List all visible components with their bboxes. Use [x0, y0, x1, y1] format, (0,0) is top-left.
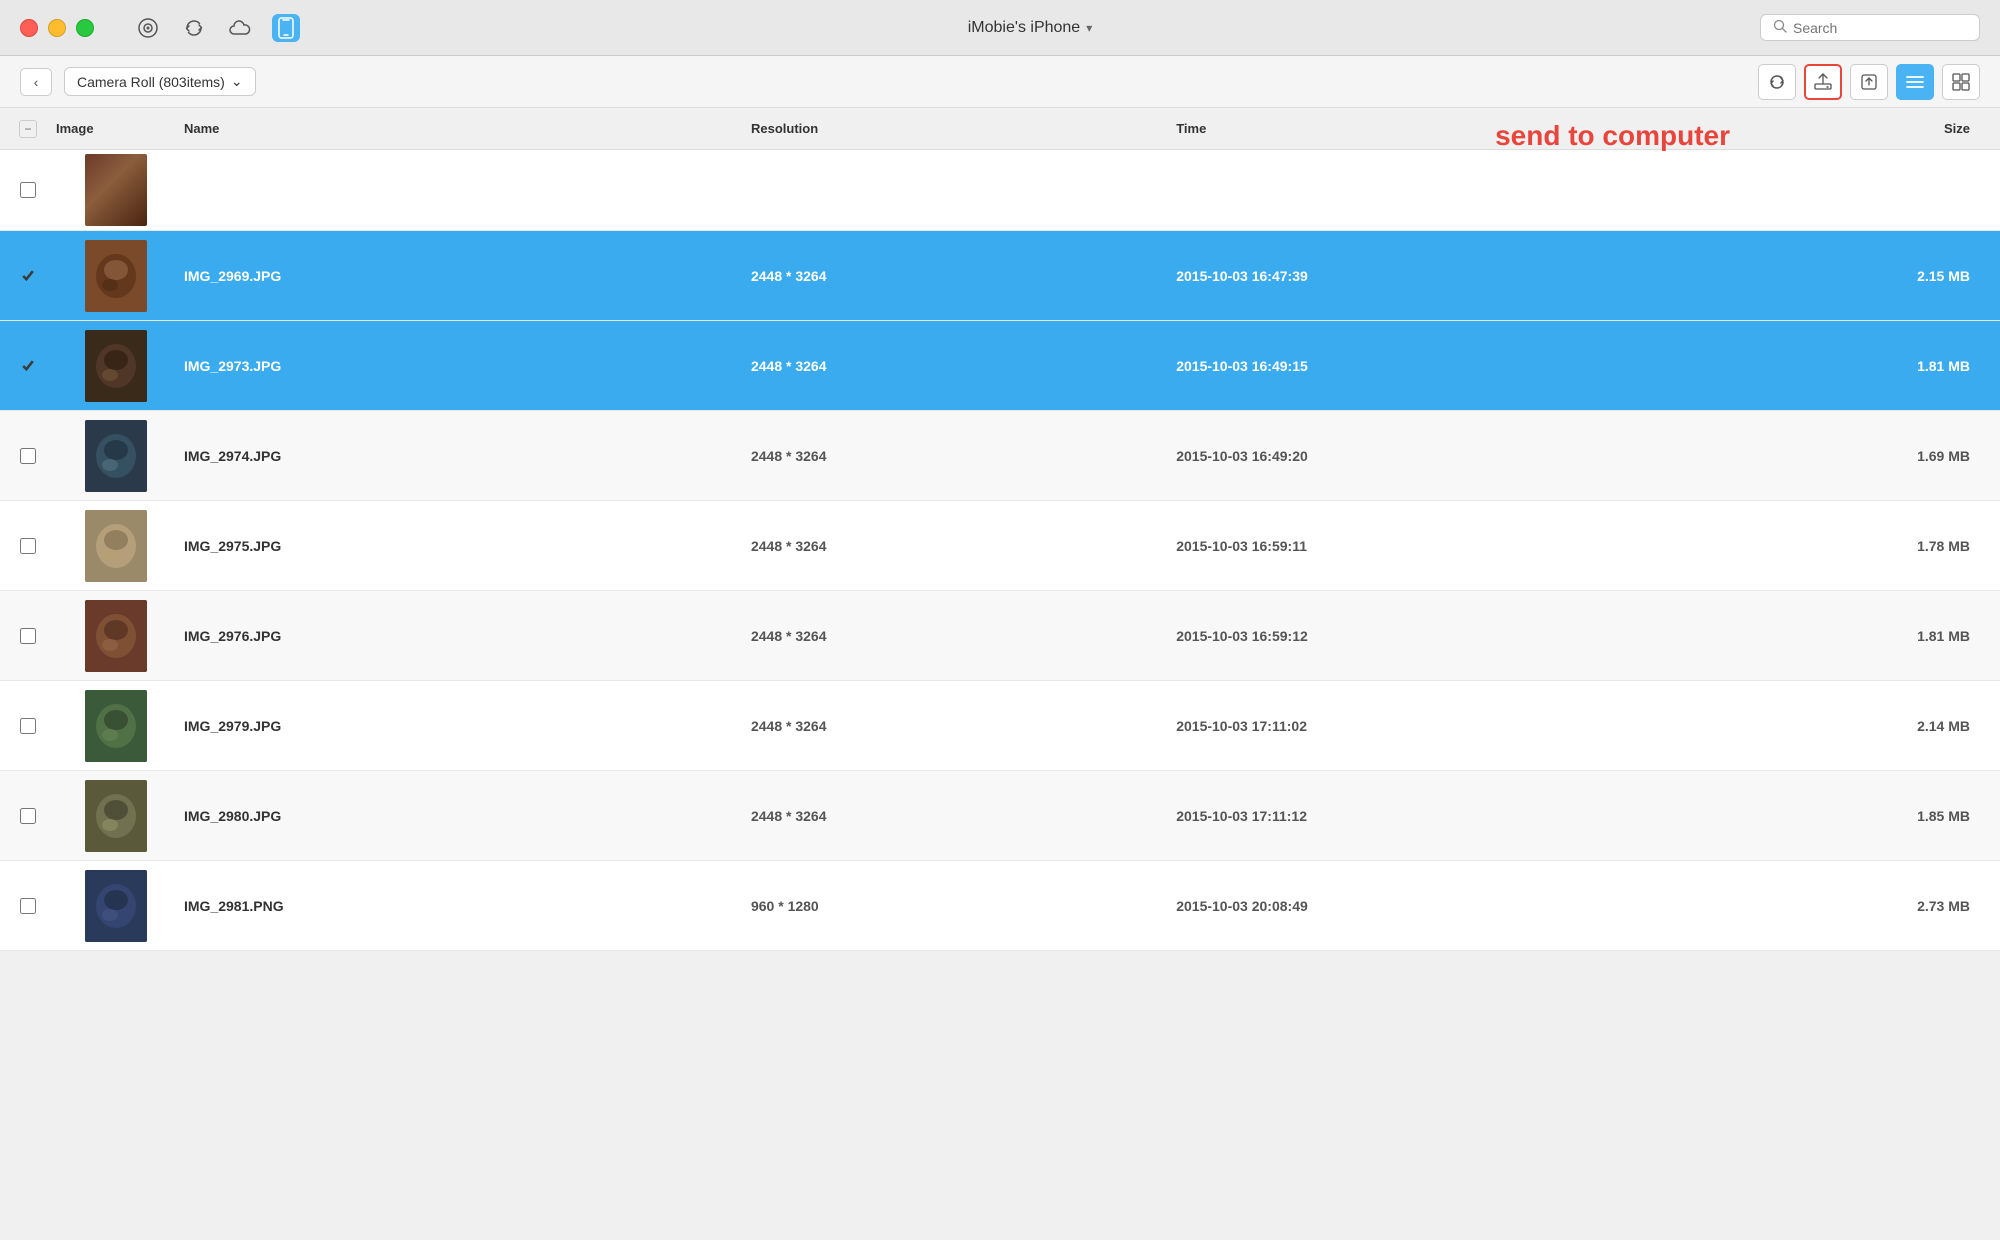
search-icon — [1773, 19, 1787, 36]
row-size: 2.73 MB — [1687, 898, 2000, 914]
row-checkbox[interactable] — [20, 628, 36, 644]
title-bar: iMobie's iPhone ▾ — [0, 0, 2000, 56]
album-label: Camera Roll (803items) — [77, 74, 225, 90]
row-name: IMG_2974.JPG — [176, 448, 751, 464]
row-resolution: 2448 * 3264 — [751, 538, 1176, 554]
row-time: 2015-10-03 16:49:20 — [1176, 448, 1686, 464]
traffic-lights — [20, 19, 94, 37]
thumbnail — [85, 330, 147, 402]
row-time: 2015-10-03 16:59:11 — [1176, 538, 1686, 554]
row-resolution: 2448 * 3264 — [751, 358, 1176, 374]
row-size: 1.85 MB — [1687, 808, 2000, 824]
table-row[interactable]: IMG_2975.JPG 2448 * 3264 2015-10-03 16:5… — [0, 501, 2000, 591]
row-resolution: 2448 * 3264 — [751, 628, 1176, 644]
album-chevron: ⌄ — [231, 73, 243, 90]
row-name: IMG_2976.JPG — [176, 628, 751, 644]
row-resolution: 2448 * 3264 — [751, 448, 1176, 464]
toolbar-right — [1758, 64, 1980, 100]
toolbar-left: ‹ Camera Roll (803items) ⌄ — [20, 67, 256, 96]
back-button[interactable]: ‹ — [20, 68, 52, 96]
export-button[interactable] — [1850, 64, 1888, 100]
search-bar[interactable] — [1760, 14, 1980, 41]
table-row[interactable]: IMG_2981.PNG 960 * 1280 2015-10-03 20:08… — [0, 861, 2000, 951]
row-size: 1.78 MB — [1687, 538, 2000, 554]
deselect-all-button[interactable]: − — [19, 120, 37, 138]
table-row[interactable]: IMG_2980.JPG 2448 * 3264 2015-10-03 17:1… — [0, 771, 2000, 861]
row-size: 2.14 MB — [1687, 718, 2000, 734]
thumbnail — [85, 600, 147, 672]
row-resolution: 960 * 1280 — [751, 898, 1176, 914]
table-row[interactable]: IMG_2969.JPG 2448 * 3264 2015-10-03 16:4… — [0, 231, 2000, 321]
table-row[interactable]: IMG_2979.JPG 2448 * 3264 2015-10-03 17:1… — [0, 681, 2000, 771]
send-to-computer-button[interactable] — [1804, 64, 1842, 100]
row-size: 1.81 MB — [1687, 628, 2000, 644]
row-checkbox[interactable] — [20, 718, 36, 734]
window-title: iMobie's iPhone ▾ — [968, 19, 1092, 37]
table-row[interactable]: IMG_2976.JPG 2448 * 3264 2015-10-03 16:5… — [0, 591, 2000, 681]
row-checkbox[interactable] — [20, 182, 36, 198]
row-size: 1.69 MB — [1687, 448, 2000, 464]
header-time: Time — [1176, 121, 1686, 136]
list-view-button[interactable] — [1896, 64, 1934, 100]
row-resolution: 2448 * 3264 — [751, 718, 1176, 734]
row-name: IMG_2980.JPG — [176, 808, 751, 824]
header-image: Image — [56, 121, 176, 136]
row-time: 2015-10-03 16:59:12 — [1176, 628, 1686, 644]
phone-icon[interactable] — [272, 14, 300, 42]
search-input[interactable] — [1793, 20, 1967, 36]
row-checkbox[interactable] — [20, 358, 36, 374]
header-name: Name — [176, 121, 751, 136]
device-chevron[interactable]: ▾ — [1086, 21, 1092, 35]
toolbar: ‹ Camera Roll (803items) ⌄ — [0, 56, 2000, 108]
row-resolution: 2448 * 3264 — [751, 808, 1176, 824]
thumbnail — [85, 510, 147, 582]
row-name: IMG_2979.JPG — [176, 718, 751, 734]
header-size: Size — [1687, 121, 2000, 136]
album-selector[interactable]: Camera Roll (803items) ⌄ — [64, 67, 256, 96]
thumbnail — [85, 780, 147, 852]
cloud-icon[interactable] — [226, 14, 254, 42]
row-checkbox[interactable] — [20, 268, 36, 284]
row-size: 2.15 MB — [1687, 268, 2000, 284]
row-name: IMG_2973.JPG — [176, 358, 751, 374]
row-checkbox[interactable] — [20, 448, 36, 464]
row-checkbox[interactable] — [20, 898, 36, 914]
grid-view-button[interactable] — [1942, 64, 1980, 100]
row-size: 1.81 MB — [1687, 358, 2000, 374]
thumbnail — [85, 420, 147, 492]
row-name: IMG_2981.PNG — [176, 898, 751, 914]
thumbnail — [85, 240, 147, 312]
table-row[interactable]: IMG_2974.JPG 2448 * 3264 2015-10-03 16:4… — [0, 411, 2000, 501]
row-time: 2015-10-03 20:08:49 — [1176, 898, 1686, 914]
refresh-toolbar-button[interactable] — [1758, 64, 1796, 100]
title-icons — [134, 14, 300, 42]
row-time: 2015-10-03 17:11:02 — [1176, 718, 1686, 734]
thumbnail — [85, 870, 147, 942]
row-time: 2015-10-03 16:49:15 — [1176, 358, 1686, 374]
row-name: IMG_2969.JPG — [176, 268, 751, 284]
row-checkbox[interactable] — [20, 808, 36, 824]
sync-icon[interactable] — [180, 14, 208, 42]
thumbnail — [85, 690, 147, 762]
table-header: − Image Name Resolution Time Size — [0, 108, 2000, 150]
device-name: iMobie's iPhone — [968, 19, 1080, 37]
maximize-button[interactable] — [76, 19, 94, 37]
close-button[interactable] — [20, 19, 38, 37]
music-icon[interactable] — [134, 14, 162, 42]
row-time: 2015-10-03 17:11:12 — [1176, 808, 1686, 824]
header-resolution: Resolution — [751, 121, 1176, 136]
table-body: IMG_2969.JPG 2448 * 3264 2015-10-03 16:4… — [0, 150, 2000, 1240]
row-resolution: 2448 * 3264 — [751, 268, 1176, 284]
table-row[interactable] — [0, 150, 2000, 231]
row-name: IMG_2975.JPG — [176, 538, 751, 554]
minimize-button[interactable] — [48, 19, 66, 37]
thumbnail — [85, 154, 147, 226]
row-checkbox[interactable] — [20, 538, 36, 554]
table-row[interactable]: IMG_2973.JPG 2448 * 3264 2015-10-03 16:4… — [0, 321, 2000, 411]
row-time: 2015-10-03 16:47:39 — [1176, 268, 1686, 284]
